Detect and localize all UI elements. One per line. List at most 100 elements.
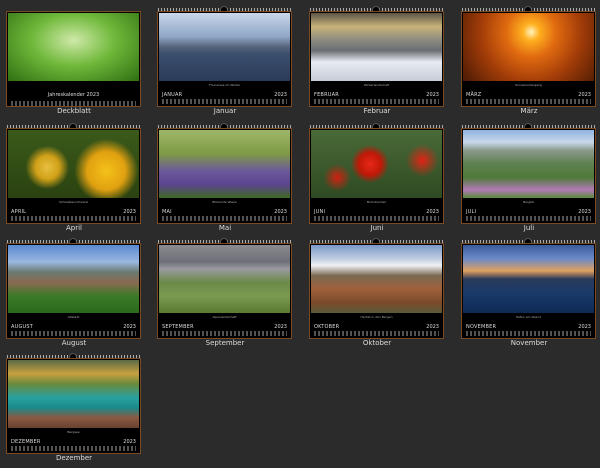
month-photo xyxy=(8,360,139,428)
month-name: MÄRZ xyxy=(466,92,482,98)
month-photo xyxy=(463,130,594,198)
day-row xyxy=(466,216,591,221)
day-row xyxy=(314,331,439,336)
month-name: DEZEMBER xyxy=(11,439,41,445)
month-name: JANUAR xyxy=(162,92,183,98)
year: 2023 xyxy=(123,439,136,445)
photo-caption: Bergtal xyxy=(523,200,534,204)
calendar-tile-september[interactable]: Alpenlandschaft SEPTEMBER 2023 September xyxy=(155,237,295,350)
photo-caption: Sonnenuntergang xyxy=(515,83,542,87)
calendar-tile-april[interactable]: Schwalbenschwanz APRIL 2023 April xyxy=(4,122,144,235)
tile-label: Februar xyxy=(363,107,391,115)
year: 2023 xyxy=(426,209,439,215)
tile-label: Juli xyxy=(523,224,535,232)
tile-label: Juni xyxy=(370,224,384,232)
month-photo xyxy=(8,130,139,198)
calendar-tile-november[interactable]: Hafen am Abend NOVEMBER 2023 November xyxy=(459,237,599,350)
month-name: NOVEMBER xyxy=(466,324,497,330)
year: 2023 xyxy=(274,92,287,98)
month-name: AUGUST xyxy=(11,324,34,330)
day-row xyxy=(162,331,287,336)
calendar-tile-february[interactable]: Winterlandschaft FEBRUAR 2023 Februar xyxy=(307,5,447,118)
day-row xyxy=(314,216,439,221)
calendar-page: Blühende Wiese MAI 2023 xyxy=(157,128,292,224)
tile-label: November xyxy=(510,339,548,347)
day-row xyxy=(466,99,591,104)
month-photo xyxy=(463,245,594,313)
month-photo xyxy=(159,13,290,81)
day-row xyxy=(314,99,439,104)
tile-label: Dezember xyxy=(55,454,93,462)
calendar-page: Schwalbenschwanz APRIL 2023 xyxy=(6,128,141,224)
calendar-tile-december[interactable]: Bergsee DEZEMBER 2023 Dezember xyxy=(4,352,144,465)
calendar-tile-march[interactable]: Sonnenuntergang MÄRZ 2023 März xyxy=(459,5,599,118)
calendar-tile-october[interactable]: Herbst in den Bergen OKTOBER 2023 Oktobe… xyxy=(307,237,447,350)
year: 2023 xyxy=(123,209,136,215)
day-row xyxy=(162,216,287,221)
calendar-page: Bergsee DEZEMBER 2023 xyxy=(6,358,141,454)
year: 2023 xyxy=(274,324,287,330)
month-name: MAI xyxy=(162,209,172,215)
photo-caption: Herbst in den Bergen xyxy=(360,315,393,319)
month-photo xyxy=(159,130,290,198)
tile-label: Mai xyxy=(218,224,232,232)
cover-title: Jahreskalender 2023 xyxy=(47,92,100,98)
photo-caption: Winterlandschaft xyxy=(363,83,390,87)
year: 2023 xyxy=(578,209,591,215)
day-row xyxy=(466,331,591,336)
photo-caption: Bergsee xyxy=(67,430,80,434)
calendar-page: Mohnblumen JUNI 2023 xyxy=(309,128,444,224)
tile-label: Deckblatt xyxy=(57,107,91,115)
month-name: JULI xyxy=(466,209,477,215)
month-name: SEPTEMBER xyxy=(162,324,194,330)
month-name: JUNI xyxy=(314,209,326,215)
tile-label: April xyxy=(66,224,82,232)
photo-caption: Schwalbenschwanz xyxy=(58,200,89,204)
month-name: FEBRUAR xyxy=(314,92,339,98)
month-photo xyxy=(8,245,139,313)
photo-caption: Altstadt xyxy=(67,315,80,319)
calendar-page: Herbst in den Bergen OKTOBER 2023 xyxy=(309,243,444,339)
photo-caption: Mohnblumen xyxy=(366,200,387,204)
photo-caption: Hafen am Abend xyxy=(515,315,542,319)
photo-caption: Thunersee im Winter xyxy=(208,83,241,87)
month-name: APRIL xyxy=(11,209,27,215)
month-photo xyxy=(311,130,442,198)
calendar-tile-january[interactable]: Thunersee im Winter JANUAR 2023 Januar xyxy=(155,5,295,118)
year: 2023 xyxy=(578,324,591,330)
day-row xyxy=(11,331,136,336)
calendar-tile-june[interactable]: Mohnblumen JUNI 2023 Juni xyxy=(307,122,447,235)
calendar-page: Jahreskalender 2023 xyxy=(6,11,141,107)
cover-photo xyxy=(8,13,139,81)
day-row xyxy=(11,101,136,106)
calendar-tile-cover[interactable]: Jahreskalender 2023 Deckblatt xyxy=(4,5,144,118)
tile-label: Januar xyxy=(213,107,237,115)
calendar-tile-july[interactable]: Bergtal JULI 2023 Juli xyxy=(459,122,599,235)
day-row xyxy=(11,446,136,451)
year: 2023 xyxy=(274,209,287,215)
month-photo xyxy=(311,245,442,313)
calendar-tile-may[interactable]: Blühende Wiese MAI 2023 Mai xyxy=(155,122,295,235)
calendar-page: Sonnenuntergang MÄRZ 2023 xyxy=(461,11,596,107)
year: 2023 xyxy=(123,324,136,330)
month-photo xyxy=(311,13,442,81)
tile-label: Oktober xyxy=(362,339,392,347)
calendar-page: Alpenlandschaft SEPTEMBER 2023 xyxy=(157,243,292,339)
day-row xyxy=(162,99,287,104)
tile-label: September xyxy=(205,339,245,347)
calendar-page: Hafen am Abend NOVEMBER 2023 xyxy=(461,243,596,339)
calendar-grid: Jahreskalender 2023 Deckblatt Thunersee … xyxy=(0,0,600,468)
calendar-page: Altstadt AUGUST 2023 xyxy=(6,243,141,339)
month-photo xyxy=(159,245,290,313)
year: 2023 xyxy=(426,324,439,330)
calendar-page: Bergtal JULI 2023 xyxy=(461,128,596,224)
tile-label: August xyxy=(61,339,87,347)
calendar-page: Thunersee im Winter JANUAR 2023 xyxy=(157,11,292,107)
month-name: OKTOBER xyxy=(314,324,340,330)
year: 2023 xyxy=(578,92,591,98)
day-row xyxy=(11,216,136,221)
year: 2023 xyxy=(426,92,439,98)
photo-caption: Alpenlandschaft xyxy=(212,315,237,319)
photo-caption: Blühende Wiese xyxy=(212,200,237,204)
calendar-tile-august[interactable]: Altstadt AUGUST 2023 August xyxy=(4,237,144,350)
